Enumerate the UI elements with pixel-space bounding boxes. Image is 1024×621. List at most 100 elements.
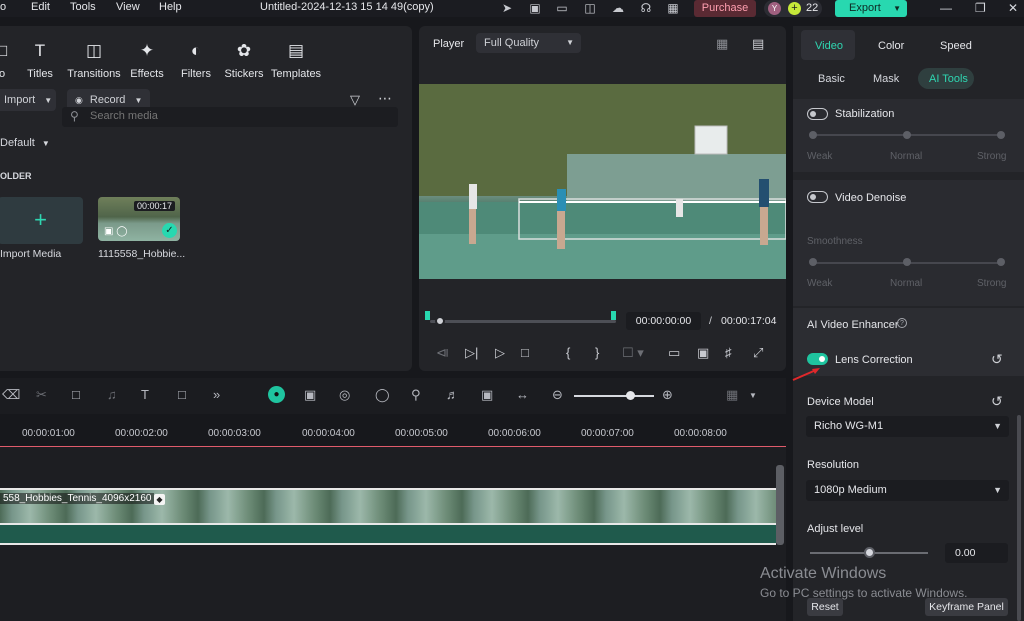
chevron-down-icon: ▼ <box>41 139 50 148</box>
more-icon[interactable]: ⋯ <box>378 90 392 107</box>
subtab-ai-tools[interactable]: AI Tools <box>929 73 968 85</box>
more-tools-icon[interactable]: » <box>213 387 220 402</box>
keyframe-panel-button[interactable]: Keyframe Panel <box>925 598 1008 616</box>
search-box[interactable]: ⚲ <box>62 107 398 127</box>
audio-icon[interactable]: ♫ <box>107 387 117 402</box>
mark-in-icon[interactable]: { <box>566 345 570 360</box>
sort-dropdown[interactable]: Default ▼ <box>0 137 50 149</box>
clip-audio-track[interactable] <box>0 525 776 545</box>
current-time[interactable]: 00:00:00:00 <box>626 312 701 330</box>
mic-icon[interactable]: ⚲ <box>411 387 421 403</box>
fit-icon[interactable]: ↔ <box>516 387 529 402</box>
playback-progress[interactable] <box>430 320 616 323</box>
import-dropdown[interactable]: Import ▼ <box>0 89 56 111</box>
tab-speed[interactable]: Speed <box>940 40 972 52</box>
speed-icon[interactable]: ◎ <box>339 387 350 403</box>
compare-icon[interactable]: ▦ <box>716 36 728 52</box>
monitor-icon[interactable]: ▭ <box>554 1 570 15</box>
fullscreen-icon[interactable]: ⤢ <box>753 345 763 361</box>
mark-out-icon[interactable]: } <box>595 345 599 360</box>
tab-color[interactable]: Color <box>878 40 904 52</box>
music-list-icon[interactable]: ♬ <box>446 387 459 402</box>
lens-correction-toggle[interactable] <box>807 353 828 365</box>
quality-dropdown[interactable]: Full Quality ▼ <box>476 33 581 53</box>
snapshot-icon[interactable]: ▤ <box>752 36 764 52</box>
play-back-icon[interactable]: ▷| <box>465 345 478 361</box>
grid-icon[interactable]: ▦ <box>665 1 681 15</box>
crop-icon[interactable]: □ <box>72 387 80 402</box>
total-time: 00:00:17:04 <box>721 315 777 327</box>
cut-icon[interactable]: ✂ <box>36 387 47 403</box>
filter-icon[interactable]: ▽ <box>350 92 360 108</box>
import-media-tile[interactable]: + <box>0 197 83 244</box>
tool-templates[interactable]: ▤ Templates <box>266 40 326 80</box>
cloud-icon[interactable]: ☁ <box>610 1 626 15</box>
adjust-level-value[interactable]: 0.00 <box>945 543 1008 563</box>
display-icon[interactable]: ▭ <box>668 345 680 361</box>
shape-icon[interactable]: □ <box>178 387 186 402</box>
resolution-label: Resolution <box>807 459 859 471</box>
minimize-icon[interactable]: — <box>940 1 952 15</box>
subtab-basic[interactable]: Basic <box>818 73 845 85</box>
shield-icon[interactable]: ◯ <box>375 387 390 403</box>
zoom-knob[interactable] <box>625 391 635 400</box>
denoise-label: Video Denoise <box>835 192 907 204</box>
credits-badge[interactable]: Y + 22 <box>764 0 822 17</box>
export-button[interactable]: Export ▼ <box>835 0 907 17</box>
volume-icon[interactable]: ♯ <box>725 345 732 360</box>
chevron-down-icon[interactable]: ▼ <box>749 391 757 400</box>
tab-video[interactable]: Video <box>815 40 843 52</box>
resolution-select[interactable]: 1080p Medium ▼ <box>806 480 1009 501</box>
headset-icon[interactable]: ☊ <box>638 1 654 15</box>
panel-scrollbar[interactable] <box>1017 415 1021 621</box>
reset-icon[interactable]: ↺ <box>991 351 1003 368</box>
prev-frame-icon[interactable]: ⧏ <box>436 345 449 361</box>
adjust-level-knob[interactable] <box>863 547 875 558</box>
export-label: Export <box>849 2 881 14</box>
text-icon[interactable]: T <box>141 387 149 402</box>
zoom-slider[interactable] <box>574 395 654 397</box>
timeline-scrollbar[interactable] <box>776 465 784 545</box>
delete-icon[interactable]: ⌫ <box>2 387 20 403</box>
subtab-mask[interactable]: Mask <box>873 73 899 85</box>
stabilization-toggle[interactable] <box>807 108 828 120</box>
menu-view[interactable]: View <box>116 1 140 13</box>
help-icon[interactable]: ? <box>897 318 907 328</box>
camera-icon[interactable]: ▣ <box>697 345 709 361</box>
zoom-in-icon[interactable]: ⊕ <box>662 387 673 403</box>
play-icon[interactable]: ▷ <box>495 345 505 361</box>
device-model-select[interactable]: Richo WG-M1 ▼ <box>806 416 1009 437</box>
restore-icon[interactable]: ❐ <box>975 1 986 15</box>
lens-correction-label: Lens Correction <box>835 354 913 366</box>
ai-mate-icon[interactable]: ● <box>268 386 285 403</box>
tool-stickers[interactable]: ✿ Stickers <box>214 40 274 80</box>
close-icon[interactable]: ✕ <box>1008 1 1018 15</box>
marker-icon[interactable]: ☐ ▾ <box>622 345 644 361</box>
search-input[interactable] <box>90 110 370 122</box>
zoom-out-icon[interactable]: ⊖ <box>552 387 563 403</box>
in-marker[interactable] <box>425 311 430 320</box>
playhead-knob[interactable] <box>435 316 445 326</box>
stop-icon[interactable]: □ <box>521 345 529 360</box>
menu-edit[interactable]: Edit <box>31 1 50 13</box>
save-icon[interactable]: ◫ <box>582 1 598 15</box>
tool-titles[interactable]: T Titles <box>10 40 70 80</box>
reset-button[interactable]: Reset <box>807 598 843 616</box>
timeline-clip[interactable]: 558_Hobbies_Tennis_4096x2160 ◆ <box>0 488 776 546</box>
snapshot-icon[interactable]: ▣ <box>481 387 493 403</box>
ai-icon[interactable]: ▣ <box>527 1 543 15</box>
grid-view-icon[interactable]: ▦ <box>726 387 738 403</box>
tick-label: 00:00:03:00 <box>208 428 261 439</box>
menu-tools[interactable]: Tools <box>70 1 96 13</box>
video-preview[interactable] <box>419 84 786 279</box>
tool-transitions[interactable]: ◫ Transitions <box>64 40 124 80</box>
out-marker[interactable] <box>611 311 616 320</box>
purchase-button[interactable]: Purchase <box>694 0 756 17</box>
add-media-icon[interactable]: ▣ <box>304 387 316 403</box>
reset-icon[interactable]: ↺ <box>991 393 1003 410</box>
menu-file[interactable]: o <box>0 1 6 13</box>
send-icon[interactable]: ➤ <box>499 1 515 15</box>
menu-help[interactable]: Help <box>159 1 182 13</box>
media-clip-thumbnail[interactable]: 00:00:17 ✓ ▣ ◯ <box>98 197 180 241</box>
denoise-toggle[interactable] <box>807 191 828 203</box>
